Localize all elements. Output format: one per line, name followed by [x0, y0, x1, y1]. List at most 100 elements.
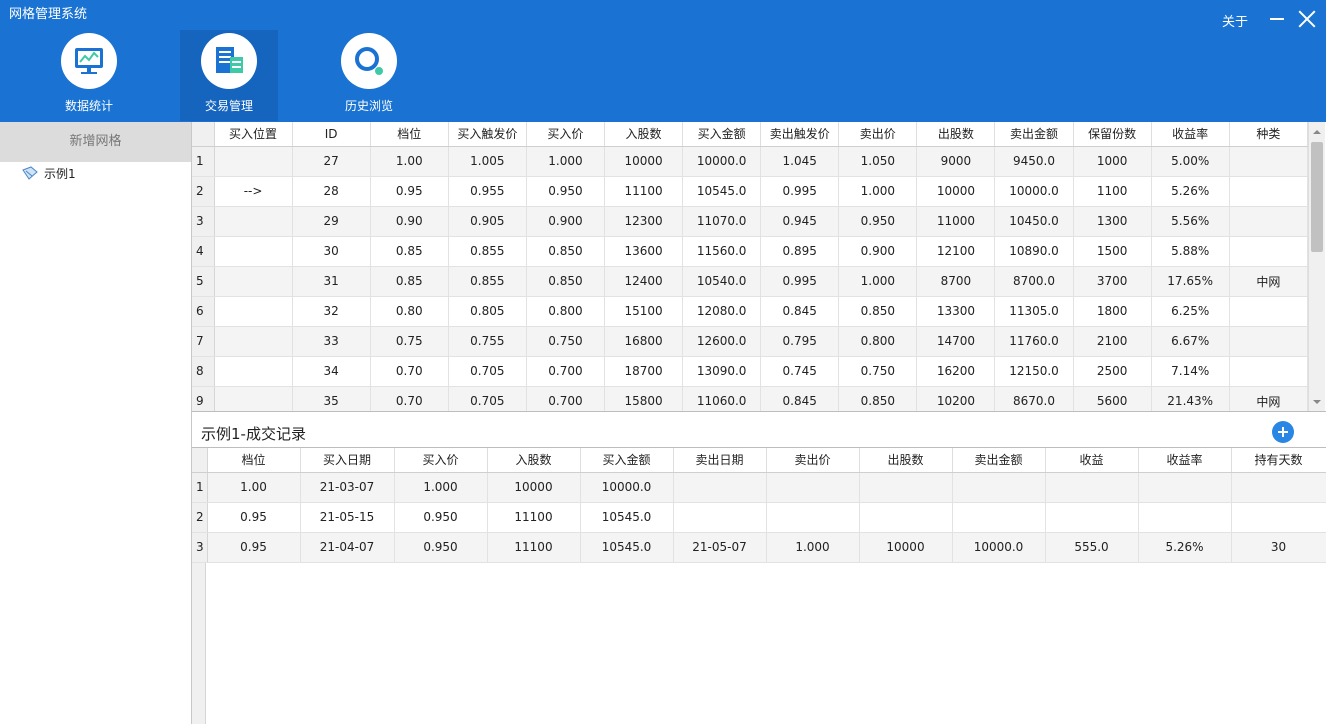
- table-cell[interactable]: 1.000: [526, 146, 605, 177]
- table-cell[interactable]: 10450.0: [994, 206, 1074, 237]
- column-header[interactable]: 买入价: [394, 448, 488, 473]
- table-cell[interactable]: 30: [292, 236, 371, 267]
- table-cell[interactable]: [1229, 146, 1309, 177]
- table-cell[interactable]: 0.80: [370, 296, 449, 327]
- table-cell[interactable]: [214, 386, 293, 411]
- sidebar-item-example1[interactable]: 示例1: [22, 164, 76, 182]
- table-row[interactable]: 6 32 0.80 0.805 0.800 15100 12080.0 0.845 0.850 1…: [192, 296, 1309, 327]
- table-cell[interactable]: [952, 472, 1046, 503]
- table-cell[interactable]: 10000: [604, 146, 684, 177]
- table-cell[interactable]: 11000: [916, 206, 996, 237]
- table-cell[interactable]: 13600: [604, 236, 684, 267]
- table-cell[interactable]: 10545.0: [682, 176, 762, 207]
- table-cell[interactable]: 21.43%: [1151, 386, 1230, 411]
- table-cell[interactable]: 0.75: [370, 326, 449, 357]
- table-cell[interactable]: 0.855: [448, 236, 527, 267]
- table-cell[interactable]: 1100: [1073, 176, 1152, 207]
- table-cell[interactable]: 1.000: [766, 532, 860, 563]
- table-cell[interactable]: 32: [292, 296, 371, 327]
- table-cell[interactable]: [1231, 472, 1326, 503]
- column-header[interactable]: ID: [292, 122, 371, 147]
- row-number[interactable]: 3: [192, 206, 215, 237]
- row-number[interactable]: 5: [192, 266, 215, 297]
- table-cell[interactable]: 11560.0: [682, 236, 762, 267]
- table-cell[interactable]: 1.045: [760, 146, 840, 177]
- table-cell[interactable]: 1.000: [838, 266, 918, 297]
- table-cell[interactable]: 8700.0: [994, 266, 1074, 297]
- column-header[interactable]: 买入价: [526, 122, 605, 147]
- table-cell[interactable]: [1229, 296, 1309, 327]
- table-cell[interactable]: 1300: [1073, 206, 1152, 237]
- table-cell[interactable]: 0.850: [526, 236, 605, 267]
- table-cell[interactable]: 0.95: [207, 532, 301, 563]
- table-cell[interactable]: [859, 502, 953, 533]
- table-cell[interactable]: [1138, 472, 1232, 503]
- table-cell[interactable]: [214, 266, 293, 297]
- table-cell[interactable]: 0.955: [448, 176, 527, 207]
- table-cell[interactable]: 9450.0: [994, 146, 1074, 177]
- table-cell[interactable]: 17.65%: [1151, 266, 1230, 297]
- add-grid-button[interactable]: 新增网格: [0, 122, 191, 162]
- row-header-corner[interactable]: [192, 448, 208, 473]
- nav-data-stats[interactable]: 数据统计: [40, 30, 138, 121]
- table-cell[interactable]: 0.85: [370, 266, 449, 297]
- minimize-icon[interactable]: [1270, 18, 1284, 20]
- table-row[interactable]: 2 0.95 21-05-15 0.950 11100 10545.0: [192, 502, 1326, 533]
- table-cell[interactable]: 0.750: [526, 326, 605, 357]
- add-record-icon[interactable]: [1272, 421, 1294, 443]
- table-cell[interactable]: [214, 206, 293, 237]
- table-cell[interactable]: [766, 502, 860, 533]
- table-cell[interactable]: 11305.0: [994, 296, 1074, 327]
- table-cell[interactable]: 15800: [604, 386, 684, 411]
- table-cell[interactable]: 0.905: [448, 206, 527, 237]
- table-cell[interactable]: 555.0: [1045, 532, 1139, 563]
- table-row[interactable]: 3 29 0.90 0.905 0.900 12300 11070.0 0.945 0.950 1…: [192, 206, 1309, 237]
- table-cell[interactable]: -->: [214, 176, 293, 207]
- table-cell[interactable]: 11100: [604, 176, 684, 207]
- table-cell[interactable]: [1229, 176, 1309, 207]
- table-cell[interactable]: [214, 296, 293, 327]
- table-cell[interactable]: 12100: [916, 236, 996, 267]
- table-cell[interactable]: 0.900: [838, 236, 918, 267]
- table-cell[interactable]: 1.00: [370, 146, 449, 177]
- table-cell[interactable]: 11100: [487, 532, 581, 563]
- table-cell[interactable]: 10000: [916, 176, 996, 207]
- table-row[interactable]: 9 35 0.70 0.705 0.700 15800 11060.0 0.845 0.850 1…: [192, 386, 1309, 411]
- table-cell[interactable]: 10000: [487, 472, 581, 503]
- table-cell[interactable]: 0.795: [760, 326, 840, 357]
- row-number[interactable]: 4: [192, 236, 215, 267]
- column-header[interactable]: 收益: [1045, 448, 1139, 473]
- scroll-up-icon[interactable]: [1313, 130, 1321, 134]
- vertical-scrollbar[interactable]: [1308, 122, 1325, 411]
- table-cell[interactable]: 21-05-15: [300, 502, 395, 533]
- table-cell[interactable]: 33: [292, 326, 371, 357]
- table-cell[interactable]: 0.950: [838, 206, 918, 237]
- table-row[interactable]: 8 34 0.70 0.705 0.700 18700 13090.0 0.745 0.750 1…: [192, 356, 1309, 387]
- table-cell[interactable]: 11760.0: [994, 326, 1074, 357]
- row-number[interactable]: 9: [192, 386, 215, 411]
- table-cell[interactable]: 0.900: [526, 206, 605, 237]
- table-cell[interactable]: 11070.0: [682, 206, 762, 237]
- table-cell[interactable]: 10000.0: [952, 532, 1046, 563]
- table-cell[interactable]: 5.26%: [1138, 532, 1232, 563]
- table-row[interactable]: 4 30 0.85 0.855 0.850 13600 11560.0 0.895 0.900 1…: [192, 236, 1309, 267]
- column-header[interactable]: 收益率: [1151, 122, 1230, 147]
- table-cell[interactable]: 0.945: [760, 206, 840, 237]
- table-cell[interactable]: 中网: [1229, 266, 1309, 297]
- table-cell[interactable]: 14700: [916, 326, 996, 357]
- table-cell[interactable]: 10000: [859, 532, 953, 563]
- table-cell[interactable]: 1000: [1073, 146, 1152, 177]
- table-cell[interactable]: 0.745: [760, 356, 840, 387]
- table-cell[interactable]: 0.90: [370, 206, 449, 237]
- table-cell[interactable]: 12080.0: [682, 296, 762, 327]
- column-header[interactable]: 买入金额: [580, 448, 674, 473]
- table-cell[interactable]: 11060.0: [682, 386, 762, 411]
- scroll-thumb[interactable]: [1311, 142, 1323, 252]
- row-number[interactable]: 2: [192, 502, 208, 533]
- table-cell[interactable]: 1500: [1073, 236, 1152, 267]
- table-cell[interactable]: 0.995: [760, 176, 840, 207]
- column-header[interactable]: 卖出日期: [673, 448, 767, 473]
- table-row[interactable]: 7 33 0.75 0.755 0.750 16800 12600.0 0.795 0.800 1…: [192, 326, 1309, 357]
- table-cell[interactable]: 12600.0: [682, 326, 762, 357]
- column-header[interactable]: 出股数: [859, 448, 953, 473]
